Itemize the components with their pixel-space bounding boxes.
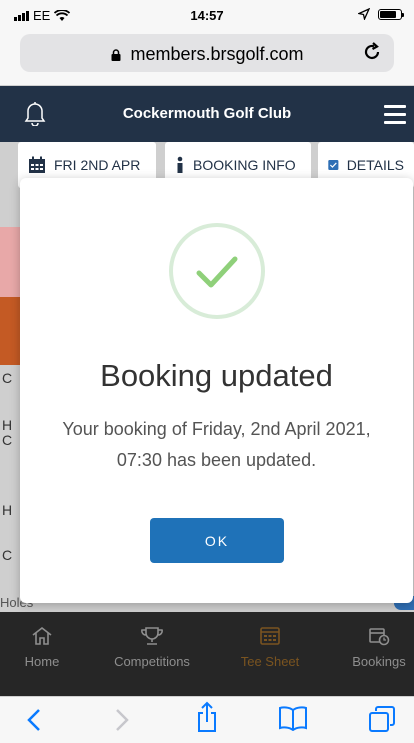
back-arrow-icon[interactable] <box>26 707 42 733</box>
row-letter: C <box>2 547 13 563</box>
row-letter: H <box>2 502 13 518</box>
bookings-calendar-icon <box>369 628 390 646</box>
booking-info-label: BOOKING INFO <box>193 157 296 173</box>
player-slot-strip <box>0 297 20 365</box>
details-label: DETAILS <box>346 157 404 173</box>
row-letter: C <box>2 370 13 386</box>
booking-updated-dialog: Booking updated Your booking of Friday, … <box>20 178 413 603</box>
share-icon[interactable] <box>196 701 218 733</box>
tab-bookings-label: Bookings <box>352 654 406 669</box>
reload-icon[interactable] <box>362 42 382 68</box>
url-display[interactable]: members.brsgolf.com <box>20 44 394 65</box>
ok-button[interactable]: OK <box>150 518 284 563</box>
tab-tee-sheet[interactable]: Tee Sheet <box>230 626 310 669</box>
lock-icon <box>111 49 121 61</box>
dialog-title: Booking updated <box>100 358 333 393</box>
bottom-tab-bar: Home Competitions Tee Sheet Bookings <box>0 612 414 696</box>
hamburger-menu-icon[interactable] <box>384 105 406 129</box>
home-icon <box>32 626 52 645</box>
tabs-icon[interactable] <box>368 705 396 733</box>
status-time: 14:57 <box>190 8 224 23</box>
tab-competitions-label: Competitions <box>114 654 190 669</box>
safari-toolbar <box>0 696 414 743</box>
bookmarks-icon[interactable] <box>278 705 308 731</box>
app-title: Cockermouth Golf Club <box>122 105 292 122</box>
app-header: Cockermouth Golf Club <box>0 86 414 142</box>
info-icon <box>177 156 183 173</box>
success-check-icon <box>169 223 265 319</box>
tab-home-label: Home <box>24 654 60 669</box>
url-text: members.brsgolf.com <box>130 44 304 64</box>
trophy-icon <box>141 627 163 645</box>
tab-home[interactable]: Home <box>16 626 68 669</box>
address-bar[interactable]: members.brsgolf.com <box>20 34 394 72</box>
date-label: FRI 2ND APR <box>54 157 141 173</box>
browser-address-area: members.brsgolf.com <box>0 30 414 86</box>
location-arrow-icon <box>358 8 370 20</box>
battery-icon <box>378 8 404 20</box>
tab-competitions[interactable]: Competitions <box>104 626 200 669</box>
tab-bookings[interactable]: Bookings <box>346 626 412 669</box>
forward-arrow-icon[interactable] <box>114 707 130 733</box>
tee-sheet-icon <box>260 627 280 645</box>
status-bar: EE 14:57 <box>0 0 414 30</box>
tab-tee-sheet-label: Tee Sheet <box>240 654 300 669</box>
row-letter: H <box>2 417 13 433</box>
status-right <box>358 8 404 20</box>
calendar-icon <box>29 156 45 173</box>
checkbox-icon <box>328 159 339 171</box>
row-letter: C <box>2 432 13 448</box>
player-slot-strip <box>0 227 20 297</box>
dialog-message: Your booking of Friday, 2nd April 2021, … <box>62 419 371 470</box>
